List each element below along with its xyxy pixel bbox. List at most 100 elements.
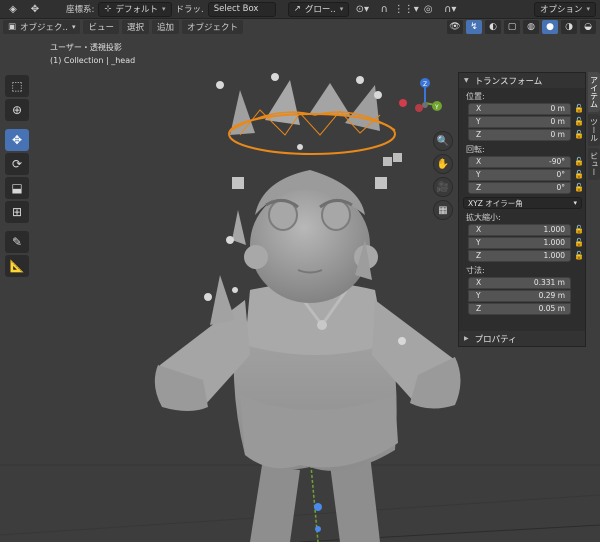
- field-value: 0 m: [550, 117, 565, 126]
- transform-panel-title: トランスフォーム: [474, 76, 543, 87]
- location-z-field[interactable]: Z 0 m: [468, 128, 571, 141]
- dimensions-z-field[interactable]: Z 0.05 m: [468, 302, 571, 315]
- y-axis-label: Y: [434, 104, 439, 111]
- chevron-down-icon: ▾: [162, 5, 166, 13]
- axis-label: Y: [476, 238, 481, 247]
- snap-icon[interactable]: ⊙▾: [353, 2, 371, 17]
- scale-y-field[interactable]: Y 1.000: [468, 236, 571, 249]
- dimensions-x-field[interactable]: X 0.331 m: [468, 276, 571, 289]
- rotation-x-row: X -90° 🔓: [459, 155, 585, 168]
- viewport-info: ユーザー・透視投影 (1) Collection | _head: [50, 41, 135, 67]
- pan-hand-icon[interactable]: ✋: [433, 154, 453, 174]
- field-value: 1.000: [543, 238, 565, 247]
- visibility-icon[interactable]: 👁: [447, 20, 463, 34]
- lock-icon[interactable]: 🔓: [574, 225, 584, 234]
- lock-icon[interactable]: 🔓: [574, 130, 584, 139]
- orientation-dropdown[interactable]: ⊹ デフォルト ▾: [98, 1, 172, 17]
- scale-z-field[interactable]: Z 1.000: [468, 249, 571, 262]
- wireframe-shading-icon[interactable]: ◍: [523, 20, 539, 34]
- lock-icon[interactable]: 🔓: [574, 238, 584, 247]
- collapse-triangle-icon: ▼: [464, 77, 469, 84]
- tab-item[interactable]: アイテム: [588, 72, 600, 112]
- scale-z-row: Z 1.000 🔓: [459, 249, 585, 262]
- transform-panel-header[interactable]: ▼ トランスフォーム: [459, 73, 585, 88]
- axis-label: Z: [476, 251, 482, 260]
- rotate-tool[interactable]: ⟳: [5, 153, 29, 175]
- lock-icon[interactable]: 🔓: [574, 251, 584, 260]
- tab-tool[interactable]: ツール: [588, 114, 600, 146]
- transform-gizmo-icon[interactable]: ✥: [26, 2, 44, 17]
- rotation-mode-value: XYZ オイラー角: [468, 198, 523, 208]
- view-name: ユーザー・透視投影: [50, 43, 122, 52]
- tab-view[interactable]: ビュー: [588, 148, 600, 180]
- scale-x-row: X 1.000 🔓: [459, 223, 585, 236]
- chevron-down-icon: ▾: [339, 5, 344, 13]
- scale-label: 拡大縮小:: [466, 212, 501, 222]
- annotate-tool[interactable]: ✎: [5, 231, 29, 253]
- transform-tool[interactable]: ⊞: [5, 201, 29, 223]
- menu-add[interactable]: 追加: [151, 20, 179, 34]
- axis-label: Z: [476, 130, 482, 139]
- snap-magnet-icon[interactable]: ∩: [375, 2, 393, 17]
- properties-panel-header[interactable]: ▶ プロパティ: [459, 331, 585, 346]
- pivot-dropdown[interactable]: ↗ グロー.. ▾: [287, 1, 350, 17]
- lock-icon[interactable]: 🔓: [574, 104, 584, 113]
- scale-tool[interactable]: ⬓: [5, 177, 29, 199]
- menu-select[interactable]: 選択: [121, 20, 149, 34]
- options-dropdown[interactable]: オプション ▾: [533, 1, 596, 17]
- gizmo-toggle-icon[interactable]: ↯: [466, 20, 482, 34]
- overlay-toggle-icon[interactable]: ◐: [485, 20, 501, 34]
- falloff-icon[interactable]: ∩▾: [441, 2, 459, 17]
- options-label: オプション: [539, 5, 583, 15]
- field-value: 0°: [556, 183, 565, 192]
- proportional-editing-icon[interactable]: ◎: [419, 2, 437, 17]
- dimensions-y-field[interactable]: Y 0.29 m: [468, 289, 571, 302]
- tool-shelf: ⬚ ⊕ ✥ ⟳ ⬓ ⊞ ✎ 📐: [5, 75, 31, 279]
- lock-icon[interactable]: 🔓: [574, 170, 584, 179]
- cursor-tool[interactable]: ⊕: [5, 99, 29, 121]
- rotation-x-field[interactable]: X -90°: [468, 155, 571, 168]
- menu-view[interactable]: ビュー: [83, 20, 119, 34]
- material-shading-icon[interactable]: ◑: [561, 20, 577, 34]
- 3d-viewport[interactable]: ユーザー・透視投影 (1) Collection | _head ⬚ ⊕ ✥ ⟳…: [0, 35, 600, 542]
- axes-icon: ⊹: [104, 4, 112, 14]
- select-box-value: Select Box: [213, 4, 259, 14]
- editor-type-icon[interactable]: ◈: [4, 2, 22, 17]
- navigation-buttons: 🔍 ✋ 🎥 ▦: [433, 131, 453, 223]
- navigation-gizmo[interactable]: Z Y: [395, 75, 445, 125]
- camera-view-icon[interactable]: 🎥: [433, 177, 453, 197]
- coordinate-system-label: 座標系:: [66, 5, 95, 15]
- rotation-y-field[interactable]: Y 0°: [468, 168, 571, 181]
- field-value: -90°: [549, 157, 565, 166]
- field-value: 0 m: [550, 104, 565, 113]
- snap-increment-icon[interactable]: ⋮⋮▾: [394, 2, 419, 17]
- pivot-value: グロー..: [304, 5, 336, 15]
- select-box-dropdown[interactable]: Select Box: [207, 1, 276, 17]
- axis-label: Y: [476, 291, 481, 300]
- rotation-mode-dropdown[interactable]: XYZ オイラー角 ▾: [463, 197, 582, 209]
- move-tool[interactable]: ✥: [5, 129, 29, 151]
- lock-icon[interactable]: 🔓: [574, 117, 584, 126]
- field-value: 0 m: [550, 130, 565, 139]
- scale-x-field[interactable]: X 1.000: [468, 223, 571, 236]
- lock-icon[interactable]: 🔓: [574, 157, 584, 166]
- solid-shading-icon[interactable]: ●: [542, 20, 558, 34]
- pivot-icon: ↗: [293, 4, 301, 14]
- mode-dropdown[interactable]: ▣ オブジェク.. ▾: [3, 20, 81, 34]
- rotation-label: 回転:: [466, 144, 485, 154]
- location-x-field[interactable]: X 0 m: [468, 102, 571, 115]
- perspective-grid-icon[interactable]: ▦: [433, 200, 453, 220]
- zoom-icon[interactable]: 🔍: [433, 131, 453, 151]
- menu-object[interactable]: オブジェクト: [182, 20, 244, 34]
- axis-label: Y: [476, 170, 481, 179]
- field-value: 0°: [556, 170, 565, 179]
- lock-icon[interactable]: 🔓: [574, 183, 584, 192]
- axis-label: Z: [476, 304, 482, 313]
- measure-tool[interactable]: 📐: [5, 255, 29, 277]
- dimensions-x-row: X 0.331 m: [459, 276, 585, 289]
- xray-toggle-icon[interactable]: ▢: [504, 20, 520, 34]
- rendered-shading-icon[interactable]: ◒: [580, 20, 596, 34]
- select-box-tool[interactable]: ⬚: [5, 75, 29, 97]
- location-y-field[interactable]: Y 0 m: [468, 115, 571, 128]
- rotation-z-field[interactable]: Z 0°: [468, 181, 571, 194]
